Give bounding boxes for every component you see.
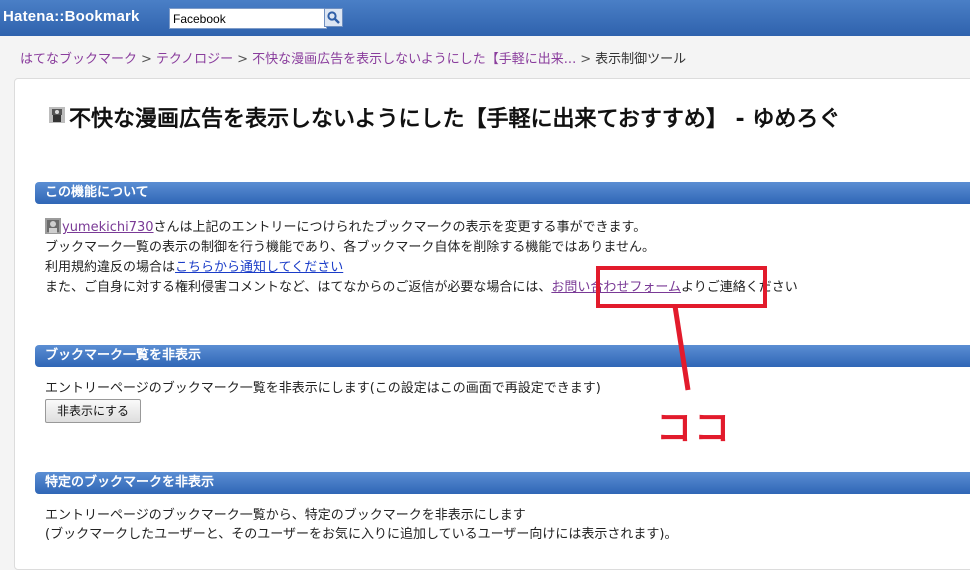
user-link[interactable]: yumekichi730: [62, 220, 154, 235]
section-header-hide-all: ブックマーク一覧を非表示: [35, 345, 970, 367]
search-button[interactable]: [324, 8, 343, 27]
hatena-bookmark-logo[interactable]: Hatena::Bookmark: [3, 8, 140, 25]
annotation-label: ココ: [656, 408, 733, 449]
section-header-about: この機能について: [35, 182, 970, 204]
entry-title[interactable]: 不快な漫画広告を表示しないようにした【手軽に出来ておすすめ】 - ゆめろぐ: [69, 107, 840, 132]
about-line-1-text: さんは上記のエントリーにつけられたブックマークの表示を変更する事ができます。: [153, 220, 647, 235]
report-violation-link[interactable]: こちらから通知してください: [175, 260, 343, 275]
about-line-3-text: 利用規約違反の場合は: [45, 260, 176, 275]
breadcrumb-separator: >: [237, 52, 249, 67]
section-header-hide-specific: 特定のブックマークを非表示: [35, 472, 970, 494]
about-line-4-text: また、ご自身に対する権利侵害コメントなど、はてなからのご返信が必要な場合には、: [45, 280, 552, 295]
breadcrumb-current: 表示制御ツール: [595, 52, 687, 67]
search-input[interactable]: [169, 8, 327, 29]
annotation-highlight-box: [596, 266, 767, 308]
entry-title-row: 不快な漫画広告を表示しないようにした【手軽に出来ておすすめ】 - ゆめろぐ: [49, 101, 840, 133]
site-favicon-icon: [49, 107, 65, 123]
breadcrumb-technology[interactable]: テクノロジー: [156, 52, 233, 67]
hide-specific-line-2: (ブックマークしたユーザーと、そのユーザーをお気に入りに追加しているユーザー向け…: [45, 527, 678, 542]
hide-button[interactable]: 非表示にする: [45, 399, 141, 423]
content-panel: [14, 78, 970, 570]
user-avatar-icon: [45, 217, 61, 234]
about-line-2: ブックマーク一覧の表示の制御を行う機能であり、各ブックマーク自体を削除する機能で…: [45, 240, 655, 255]
breadcrumb-home[interactable]: はてなブックマーク: [20, 52, 137, 67]
breadcrumb-entry[interactable]: 不快な漫画広告を表示しないようにした【手軽に出来...: [252, 52, 576, 67]
hide-specific-line-1: エントリーページのブックマーク一覧から、特定のブックマークを非表示にします: [45, 508, 526, 523]
about-line-1: yumekichi730さんは上記のエントリーにつけられたブックマークの表示を変…: [45, 217, 647, 238]
breadcrumb-separator: >: [580, 52, 592, 67]
search-icon: [327, 11, 340, 24]
breadcrumb: はてなブックマーク > テクノロジー > 不快な漫画広告を表示しないようにした【手軽に出…: [20, 48, 686, 67]
about-line-3: 利用規約違反の場合はこちらから通知してください: [45, 258, 343, 278]
top-bar: Hatena::Bookmark: [0, 0, 970, 36]
hide-all-description: エントリーページのブックマーク一覧を非表示にします(この設定はこの画面で再設定で…: [45, 381, 601, 396]
breadcrumb-separator: >: [141, 52, 152, 67]
